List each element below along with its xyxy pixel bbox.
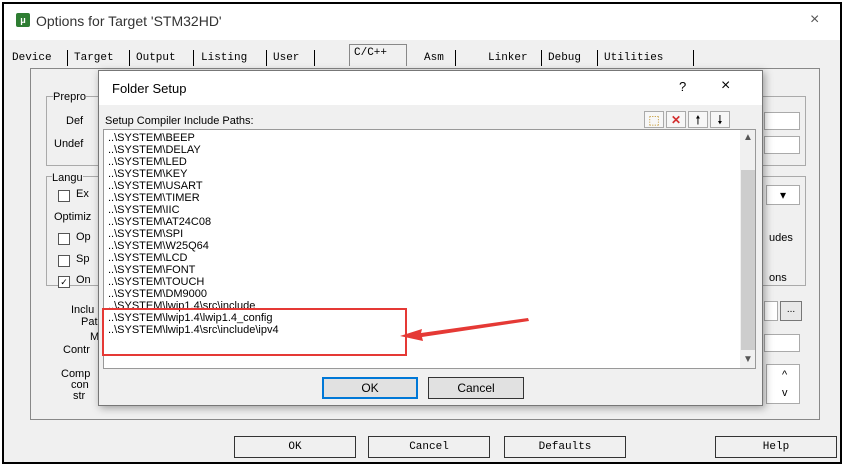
list-scrollbar[interactable]: ▲ ▼ <box>740 130 755 368</box>
highlight-box <box>102 308 407 356</box>
dialog-ok-button[interactable]: OK <box>322 377 418 399</box>
define-label: Def <box>66 115 84 127</box>
c99-mode-label: ons <box>769 272 787 284</box>
optimization-label: Optimiz <box>54 211 92 223</box>
new-folder-icon[interactable]: ⬚ <box>644 111 664 128</box>
tab-listing[interactable]: Listing <box>197 50 267 66</box>
path-item[interactable]: ..\SYSTEM\KEY <box>108 168 187 180</box>
path-item[interactable]: ..\SYSTEM\W25Q64 <box>108 240 209 252</box>
path-item[interactable]: ..\SYSTEM\LED <box>108 156 187 168</box>
tab-output[interactable]: Output <box>132 50 194 66</box>
define-field[interactable] <box>764 112 800 130</box>
path-item[interactable]: ..\SYSTEM\IIC <box>108 204 180 216</box>
dialog-title-bar: Folder Setup ? × <box>99 71 762 105</box>
path-item[interactable]: ..\SYSTEM\TIMER <box>108 192 200 204</box>
misc-controls-field[interactable] <box>764 334 800 352</box>
preprocessor-label: Prepro <box>53 91 87 103</box>
browse-button[interactable]: ... <box>780 301 802 321</box>
language-label: Langu <box>52 172 83 184</box>
path-item[interactable]: ..\SYSTEM\LCD <box>108 252 187 264</box>
tab-bar: Device Target Output Listing User C/C++ … <box>4 42 840 68</box>
delete-icon[interactable]: ✕ <box>666 111 686 128</box>
optimize-checkbox[interactable] <box>58 233 70 245</box>
annotation-arrow-icon <box>400 318 529 341</box>
path-item[interactable]: ..\SYSTEM\FONT <box>108 264 195 276</box>
defaults-button[interactable]: Defaults <box>504 436 626 458</box>
path-item[interactable]: ..\SYSTEM\AT24C08 <box>108 216 211 228</box>
path-item[interactable]: ..\SYSTEM\DM9000 <box>108 288 207 300</box>
dialog-close-icon[interactable]: × <box>721 77 730 95</box>
close-icon[interactable]: × <box>810 11 819 29</box>
scroll-down-icon[interactable]: v <box>782 387 788 399</box>
paths-label: Pat <box>81 316 98 328</box>
scroll-up-icon[interactable]: ^ <box>782 369 787 381</box>
tab-asm[interactable]: Asm <box>420 50 456 66</box>
move-up-icon[interactable]: 🠕 <box>688 111 708 128</box>
dialog-cancel-button[interactable]: Cancel <box>428 377 524 399</box>
ok-button[interactable]: OK <box>234 436 356 458</box>
tab-utilities[interactable]: Utilities <box>600 50 694 66</box>
scrollbar-thumb[interactable] <box>741 170 755 350</box>
path-item[interactable]: ..\SYSTEM\TOUCH <box>108 276 204 288</box>
tab-debug[interactable]: Debug <box>544 50 598 66</box>
app-icon: μ <box>16 13 30 27</box>
include-paths-label: Inclu <box>71 304 95 316</box>
undefine-label: Undef <box>54 138 84 150</box>
title-bar: μ Options for Target 'STM32HD' × <box>4 4 840 40</box>
no-auto-includes-label: udes <box>769 232 793 244</box>
tab-user[interactable]: User <box>269 50 315 66</box>
window-title: Options for Target 'STM32HD' <box>36 13 222 29</box>
cancel-button[interactable]: Cancel <box>368 436 490 458</box>
one-elf-label: On <box>76 274 91 286</box>
tab-c-cpp[interactable]: C/C++ <box>349 44 407 66</box>
path-item[interactable]: ..\SYSTEM\USART <box>108 180 203 192</box>
include-paths-list-label: Setup Compiler Include Paths: <box>105 115 254 127</box>
controls-label: Contr <box>63 344 90 356</box>
move-down-icon[interactable]: 🠗 <box>710 111 730 128</box>
split-label: Sp <box>76 253 90 265</box>
string-label: str <box>73 390 86 402</box>
optimize-label: Op <box>76 231 91 243</box>
path-item[interactable]: ..\SYSTEM\SPI <box>108 228 183 240</box>
scroll-down-arrow-icon[interactable]: ▼ <box>743 354 753 365</box>
one-elf-checkbox[interactable]: ✓ <box>58 276 70 288</box>
help-icon[interactable]: ? <box>679 79 686 94</box>
help-button[interactable]: Help <box>715 436 837 458</box>
tab-linker[interactable]: Linker <box>484 50 542 66</box>
path-item[interactable]: ..\SYSTEM\DELAY <box>108 144 201 156</box>
split-checkbox[interactable] <box>58 255 70 267</box>
path-item[interactable]: ..\SYSTEM\BEEP <box>108 132 195 144</box>
include-paths-field[interactable] <box>764 301 778 321</box>
undefine-field[interactable] <box>764 136 800 154</box>
dialog-title: Folder Setup <box>112 81 187 96</box>
scroll-up-arrow-icon[interactable]: ▲ <box>743 132 753 143</box>
warnings-dropdown[interactable]: ▾ <box>766 185 800 205</box>
execute-only-checkbox[interactable] <box>58 190 70 202</box>
tab-target[interactable]: Target <box>70 50 130 66</box>
tab-device[interactable]: Device <box>8 50 68 66</box>
execute-only-label: Ex <box>76 188 89 200</box>
